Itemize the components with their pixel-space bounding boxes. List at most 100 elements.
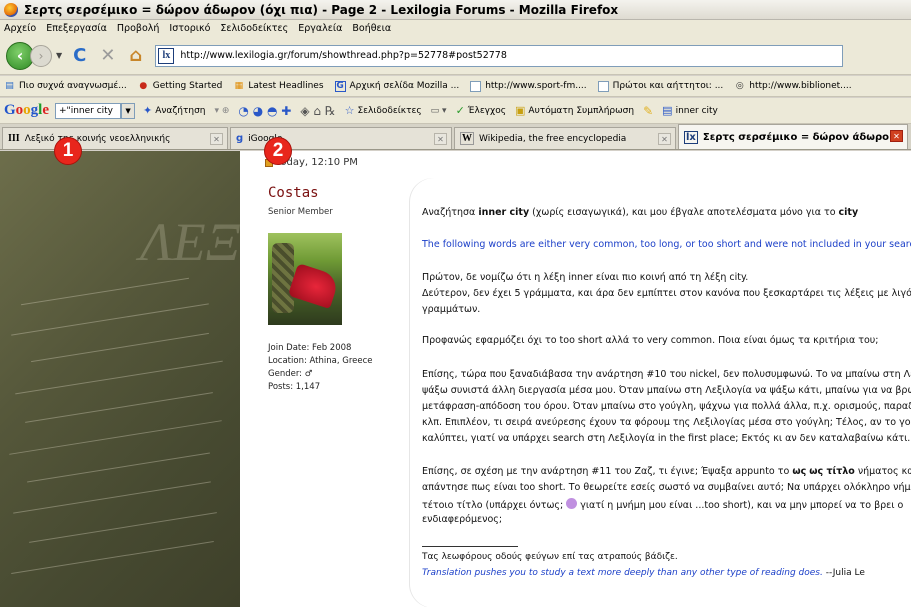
script-line: [25, 392, 213, 423]
toolbar-misc-icons[interactable]: ◈ ⌂ ℞: [300, 104, 335, 118]
autofill-icon: ▣: [515, 104, 526, 117]
lexilogia-favicon: lx: [684, 130, 698, 144]
script-line: [29, 512, 217, 543]
home-icon[interactable]: ⌂: [129, 45, 142, 66]
google-autofill-button[interactable]: ▣ Αυτόματη Συμπλήρωση: [515, 104, 634, 117]
bookmark-sport-fm[interactable]: http://www.sport-fm....: [470, 80, 587, 92]
text-italic: Translation pushes you to study a text m…: [422, 568, 823, 578]
decorative-letters: ΛΕΞ: [140, 212, 240, 272]
annotation-badge-2: 2: [264, 137, 292, 165]
bookmark-mozilla-home[interactable]: G Αρχική σελίδα Mozilla ...: [334, 80, 459, 92]
wikipedia-favicon: W: [460, 132, 474, 145]
bookmark-latest-headlines[interactable]: ▦ Latest Headlines: [233, 81, 324, 92]
page-icon: [470, 80, 482, 92]
post-line-12: Επίσης, σε σχέση με την ανάρτηση #11 του…: [422, 466, 911, 477]
history-dropdown-icon[interactable]: ▼: [56, 51, 62, 60]
script-line: [20, 277, 190, 306]
menu-file[interactable]: Αρχείο: [4, 23, 36, 34]
globe-icon: ◎: [735, 81, 744, 91]
stop-icon[interactable]: ✕: [100, 45, 115, 66]
script-line: [13, 481, 211, 514]
navigation-toolbar: ‹ › ▼ C ✕ ⌂ lx http://www.lexilogia.gr/f…: [0, 37, 911, 75]
smiley-icon: [566, 498, 578, 509]
avatar-leg: [272, 243, 294, 313]
user-title: Senior Member: [268, 207, 333, 217]
post-line-1: Αναζήτησα inner city (χωρίς εισαγωγικά),…: [422, 207, 858, 218]
post-line-8: ψάξω συνιστά άλλη διεργασία μέσα μου. Ότ…: [422, 385, 911, 396]
post-line-15: ενδιαφερόμενος;: [422, 514, 503, 525]
bookmark-label: Πιο συχνά αναγνωσμέ...: [19, 81, 127, 91]
menu-edit[interactable]: Επεξεργασία: [46, 23, 107, 34]
bookmark-biblionet[interactable]: ◎ http://www.biblionet....: [734, 81, 852, 92]
google-search-input[interactable]: +"inner city: [55, 102, 122, 119]
post-line-5: γραμμάτων.: [422, 304, 481, 315]
user-post-count: Posts: 1,147: [268, 382, 321, 392]
google-search-dropdown[interactable]: ▼: [121, 102, 136, 119]
menu-view[interactable]: Προβολή: [117, 23, 160, 34]
bookmark-protoi[interactable]: Πρώτοι και αήττητοι: ...: [597, 80, 724, 92]
window-icon[interactable]: ▭ ▾: [431, 106, 447, 116]
highlight-icon: ▤: [662, 104, 673, 117]
post-line-6: Προφανώς εφαρμόζει όχι το too short αλλά…: [422, 335, 879, 346]
toolbar-separator: ▾ ⊕: [214, 105, 230, 116]
text-bold: ως τίτλο: [809, 466, 855, 477]
bookmark-getting-started[interactable]: ● Getting Started: [138, 81, 222, 92]
post-line-4: Δεύτερον, δεν έχει 5 γράμματα, και άρα δ…: [422, 288, 911, 299]
bookmark-label: Πρώτοι και αήττητοι: ...: [612, 81, 724, 91]
igoogle-favicon: g: [236, 133, 244, 144]
menu-bookmarks[interactable]: Σελιδοδείκτες: [220, 23, 288, 34]
menu-tools[interactable]: Εργαλεία: [298, 23, 342, 34]
page-gap: [240, 151, 262, 607]
post-line-10: κλπ. Επιπλέον, τι σειρά ανεύρεσης έχουν …: [422, 417, 911, 428]
signature-divider: [422, 546, 518, 547]
google-bookmarks-button[interactable]: ☆ Σελιδοδείκτες: [345, 104, 422, 117]
post-line-13: απάντησε πως είναι too short. Το θεωρείτ…: [422, 482, 911, 493]
close-tab-icon[interactable]: ✕: [434, 133, 447, 145]
tab-igoogle[interactable]: g iGoogle ✕: [230, 127, 452, 149]
user-info: Join Date: Feb 2008 Location: Athina, Gr…: [268, 342, 373, 394]
reload-icon[interactable]: C: [73, 45, 86, 66]
user-avatar: [268, 233, 342, 325]
tab-wikipedia[interactable]: W Wikipedia, the free encyclopedia ✕: [454, 127, 676, 149]
background-manuscript-image: ΛΕΞ: [0, 151, 240, 607]
menu-help[interactable]: Βοήθεια: [352, 23, 391, 34]
forward-button[interactable]: ›: [30, 44, 52, 67]
pencil-icon[interactable]: ✎: [643, 104, 653, 118]
post-line-3: Πρώτον, δε νομίζω ότι η λέξη inner είναι…: [422, 272, 749, 283]
menu-history[interactable]: Ιστορικό: [169, 23, 210, 34]
tab-label: Λεξικό της κοινής νεοελληνικής: [24, 133, 171, 144]
page-content: ΛΕΞ Today, 12:10 PM Costas Senior Member…: [0, 151, 911, 607]
text: Αναζήτησα: [422, 207, 479, 218]
folder-icon: ▤: [5, 81, 14, 91]
google-bookmarks-label: Σελιδοδείκτες: [357, 105, 422, 116]
tab-lexiko[interactable]: ΙΙΙ Λεξικό της κοινής νεοελληνικής ✕: [2, 127, 228, 149]
close-tab-icon[interactable]: ✕: [658, 133, 671, 145]
script-line: [15, 360, 223, 395]
window-titlebar: Σερτς σερσέμικο = δώρον άδωρον (όχι πια)…: [0, 0, 911, 20]
google-search-button[interactable]: ✦ Αναζήτηση: [143, 104, 205, 117]
bookmark-label: http://www.biblionet....: [749, 81, 852, 91]
bookmark-label: Latest Headlines: [248, 81, 324, 91]
close-tab-icon[interactable]: ✕: [890, 130, 903, 142]
annotation-badge-1: 1: [54, 137, 82, 165]
spellcheck-icon: ✓: [455, 104, 465, 117]
window-title: Σερτς σερσέμικο = δώρον άδωρον (όχι πια)…: [24, 2, 619, 17]
text: Επίσης, σε σχέση με την ανάρτηση #11 του…: [422, 466, 793, 477]
search-icon: ✦: [143, 104, 153, 117]
google-check-label: Έλεγχος: [467, 105, 507, 116]
tab-lexilogia-active[interactable]: lx Σερτς σερσέμικο = δώρον άδωρο... ✕: [678, 124, 908, 149]
firefox-icon: [4, 2, 18, 17]
google-term-label: inner city: [675, 105, 718, 116]
post-username[interactable]: Costas: [268, 185, 319, 201]
google-term-button[interactable]: ▤ inner city: [662, 104, 718, 117]
bookmark-most-visited[interactable]: ▤ Πιο συχνά αναγνωσμέ...: [4, 81, 127, 92]
rss-icon: ▦: [234, 81, 244, 91]
post-line-7: Επίσης, τώρα που ξαναδιάβασα την ανάρτησ…: [422, 369, 911, 380]
post-line-9: μετάφραση-απόδοση του όρου. Όταν μπαίνω …: [422, 401, 911, 412]
close-tab-icon[interactable]: ✕: [210, 133, 223, 145]
url-bar[interactable]: lx http://www.lexilogia.gr/forum/showthr…: [155, 44, 844, 67]
script-line: [31, 332, 209, 363]
google-check-button[interactable]: ✓ Έλεγχος: [456, 104, 506, 117]
toolbar-tool-icons[interactable]: ◔ ◕ ◓ ✚: [238, 104, 291, 118]
google-autofill-label: Αυτόματη Συμπλήρωση: [528, 105, 635, 116]
